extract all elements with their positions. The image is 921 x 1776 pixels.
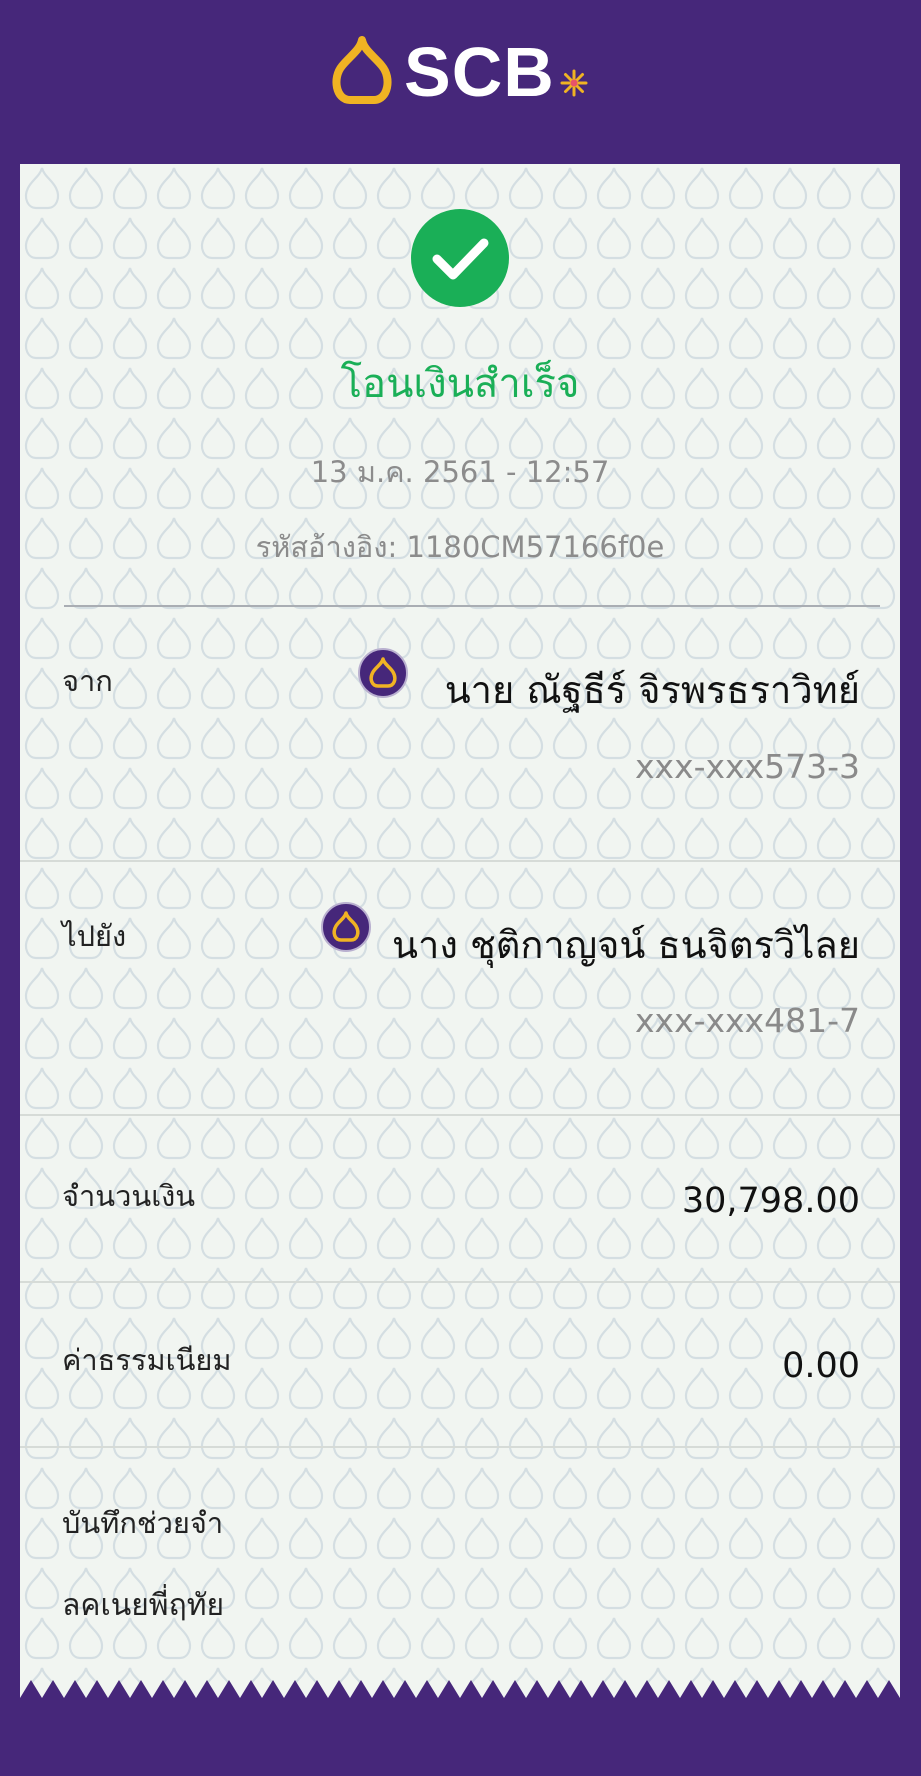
reference-code: รหัสอ้างอิง: 1180CM57166f0e <box>255 530 665 564</box>
from-label: จาก <box>62 664 113 698</box>
to-label: ไปยัง <box>62 919 127 953</box>
status-title: โอนเงินสำเร็จ <box>340 361 580 407</box>
amount-value: 30,798.00 <box>681 1181 860 1221</box>
divider <box>20 1446 900 1448</box>
divider <box>20 1281 900 1283</box>
divider <box>64 605 880 607</box>
recipient-name: นาง ชุติกาญจน์ ธนจิตรวิไลย <box>392 923 860 967</box>
recipient-account: xxx-xxx481-7 <box>635 1001 860 1040</box>
recipient-bank-icon <box>321 902 371 952</box>
receipt-torn-edge <box>20 1680 900 1714</box>
memo-value: ลคเนยพี่ฤทัย <box>62 1588 225 1623</box>
scb-logo: SCB <box>330 36 589 108</box>
logo-wordmark: SCB <box>404 33 555 111</box>
logo-star-icon <box>560 69 588 97</box>
fee-value: 0.00 <box>782 1346 860 1386</box>
fee-label: ค่าธรรมเนียม <box>62 1343 232 1377</box>
transaction-datetime: 13 ม.ค. 2561 - 12:57 <box>310 455 610 489</box>
sender-name: นาย ณัฐธีร์ จิรพรธราวิทย์ <box>444 668 860 712</box>
amount-label: จำนวนเงิน <box>62 1179 196 1213</box>
sender-bank-icon <box>358 648 408 698</box>
success-check-icon <box>411 209 509 307</box>
sender-account: xxx-xxx573-3 <box>635 747 860 786</box>
app-header: SCB <box>0 0 921 160</box>
scb-logo-mark-icon <box>332 36 392 104</box>
divider <box>20 1114 900 1116</box>
transfer-receipt: โอนเงินสำเร็จ 13 ม.ค. 2561 - 12:57 รหัสอ… <box>20 164 900 1710</box>
divider <box>20 860 900 862</box>
memo-label: บันทึกช่วยจำ <box>62 1506 224 1540</box>
